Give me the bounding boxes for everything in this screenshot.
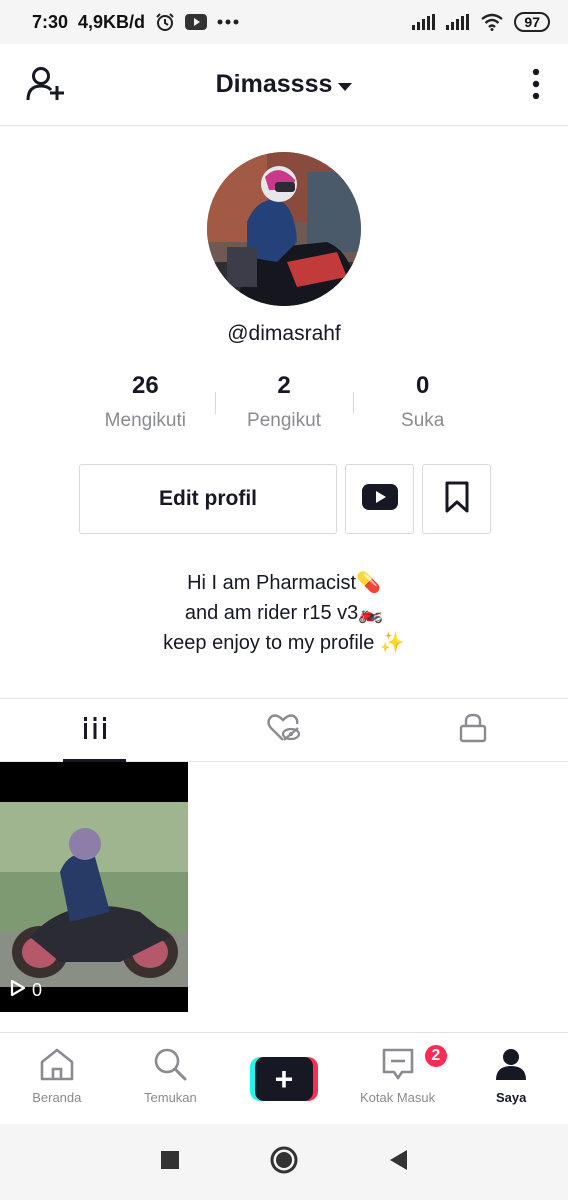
- video-views: 0: [10, 979, 42, 1002]
- wifi-icon: [480, 13, 504, 31]
- nav-inbox[interactable]: 2 Kotak Masuk: [341, 1033, 455, 1124]
- home-icon: [39, 1047, 75, 1086]
- tab-liked[interactable]: [189, 699, 378, 761]
- content-tabs: [0, 698, 568, 762]
- bio-line: and am rider r15 v3🏍️: [184, 602, 384, 624]
- nav-label: Temukan: [144, 1090, 197, 1105]
- profile-icon: [494, 1047, 528, 1086]
- signal-icon: [412, 14, 436, 30]
- create-button[interactable]: +: [249, 1057, 318, 1101]
- nav-profile[interactable]: Saya: [454, 1033, 568, 1124]
- nav-label: Beranda: [32, 1090, 82, 1105]
- stat-label: Suka: [401, 410, 445, 431]
- profile-header: Dimassss: [0, 44, 568, 126]
- account-switcher[interactable]: Dimassss: [216, 70, 353, 99]
- video-thumbnail[interactable]: 0: [0, 762, 188, 1012]
- search-icon: [153, 1047, 187, 1086]
- home-circle-icon[interactable]: [270, 1146, 298, 1179]
- status-bar: 7:30 4,9KB/d 97: [0, 0, 568, 44]
- more-dots-icon: [217, 19, 239, 25]
- lock-icon: [459, 713, 487, 748]
- youtube-button[interactable]: [345, 464, 414, 534]
- bio-line: keep enjoy to my profile ✨: [163, 632, 405, 654]
- stat-label: Mengikuti: [104, 410, 186, 431]
- alarm-icon: [155, 12, 175, 32]
- system-navigation: [0, 1124, 568, 1200]
- favorites-button[interactable]: [422, 464, 491, 534]
- stat-followers[interactable]: 2 Pengikut: [214, 372, 354, 432]
- stat-value: 2: [277, 372, 291, 399]
- battery-icon: 97: [514, 12, 550, 32]
- stat-following[interactable]: 26 Mengikuti: [76, 372, 215, 432]
- bookmark-icon: [445, 481, 469, 518]
- more-vertical-icon[interactable]: [532, 68, 540, 105]
- profile-handle: @dimasrahf: [227, 322, 341, 345]
- dropdown-caret-icon: [338, 70, 353, 99]
- avatar[interactable]: [207, 152, 361, 306]
- edit-profile-button[interactable]: Edit profil: [79, 464, 337, 534]
- back-icon[interactable]: [388, 1149, 408, 1176]
- bio-line: Hi I am Pharmacist💊: [187, 572, 381, 594]
- profile-bio: Hi I am Pharmacist💊 and am rider r15 v3🏍…: [0, 568, 568, 658]
- page-title: Dimassss: [215, 70, 333, 98]
- nav-discover[interactable]: Temukan: [114, 1033, 228, 1124]
- profile-actions: Edit profil: [79, 464, 491, 534]
- inbox-icon: [381, 1047, 415, 1086]
- profile-stats: 26 Mengikuti 2 Pengikut 0 Suka: [76, 372, 492, 432]
- notification-badge: 2: [422, 1043, 449, 1069]
- stat-likes[interactable]: 0 Suka: [353, 372, 492, 432]
- play-icon: [10, 979, 26, 1002]
- liked-hidden-icon: [267, 713, 301, 748]
- view-count: 0: [32, 980, 43, 1000]
- nav-home[interactable]: Beranda: [0, 1033, 114, 1124]
- videos-grid-icon: [81, 715, 108, 746]
- tab-videos[interactable]: [0, 699, 189, 762]
- stat-value: 26: [131, 372, 159, 399]
- nav-label: Kotak Masuk: [360, 1090, 436, 1105]
- video-thumbnail-image: [0, 762, 188, 1012]
- youtube-icon: [185, 14, 208, 30]
- tab-private[interactable]: [379, 699, 568, 761]
- bottom-navigation: Beranda Temukan + 2 Kotak Masuk Saya: [0, 1032, 568, 1124]
- plus-icon: +: [254, 1057, 313, 1101]
- stat-value: 0: [416, 372, 430, 399]
- signal-icon: [446, 14, 470, 30]
- status-time: 7:30: [32, 11, 69, 32]
- youtube-icon: [361, 483, 398, 515]
- nav-create[interactable]: +: [227, 1033, 341, 1124]
- stat-label: Pengikut: [247, 410, 321, 431]
- add-user-icon[interactable]: [26, 66, 66, 107]
- status-network-speed: 4,9KB/d: [78, 11, 146, 32]
- nav-label: Saya: [495, 1090, 527, 1105]
- recents-icon[interactable]: [160, 1150, 180, 1175]
